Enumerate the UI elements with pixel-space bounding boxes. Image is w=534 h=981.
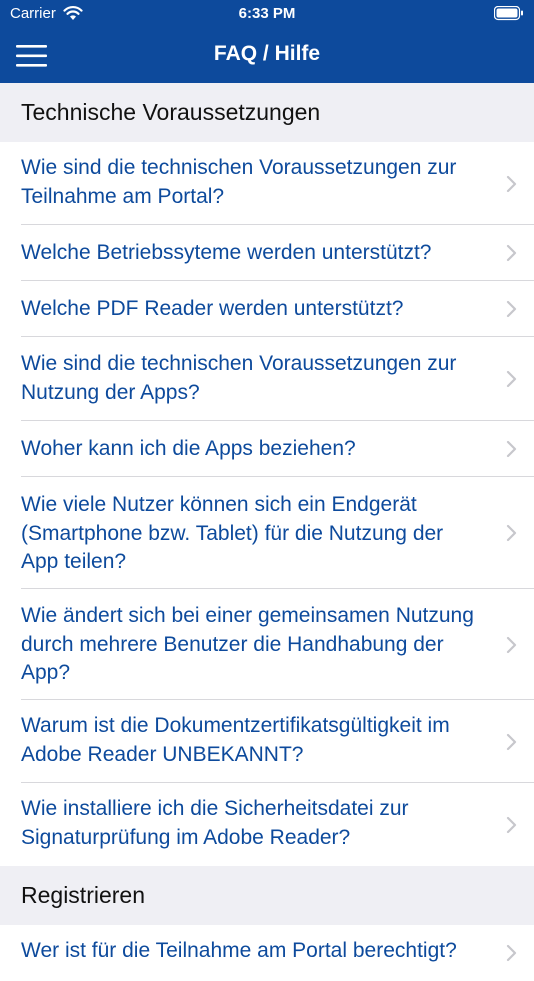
- chevron-right-icon: [506, 636, 517, 653]
- faq-question: Welche PDF Reader werden unterstützt?: [21, 297, 404, 320]
- nav-bar: FAQ / Hilfe: [0, 28, 534, 83]
- faq-item[interactable]: Welche PDF Reader werden unterstützt?: [0, 281, 534, 337]
- faq-question: Warum ist die Dokumentzertifikatsgültigk…: [21, 714, 450, 766]
- hamburger-icon: [16, 45, 47, 67]
- chevron-right-icon: [506, 300, 517, 318]
- chevron-right-icon: [506, 944, 517, 962]
- chevron-right-icon: [506, 370, 517, 388]
- faq-item[interactable]: Wie viele Nutzer können sich ein Endgerä…: [0, 477, 534, 589]
- faq-question: Wie viele Nutzer können sich ein Endgerä…: [21, 493, 444, 573]
- menu-button[interactable]: [16, 42, 48, 70]
- faq-item[interactable]: Welche Betriebssyteme werden unterstützt…: [0, 225, 534, 281]
- battery-icon: [494, 6, 523, 21]
- faq-item[interactable]: Wie ändert sich bei einer gemeinsamen Nu…: [0, 589, 534, 700]
- chevron-right-icon: [506, 524, 517, 542]
- faq-item[interactable]: Woher kann ich die Apps beziehen?: [0, 421, 534, 477]
- faq-list: Technische Voraussetzungen Wie sind die …: [0, 83, 534, 981]
- faq-item[interactable]: Wer ist für die Teilnahme am Portal bere…: [0, 925, 534, 981]
- faq-item[interactable]: Wie sind die technischen Voraussetzungen…: [0, 337, 534, 421]
- faq-question: Woher kann ich die Apps beziehen?: [21, 437, 356, 460]
- page-title: FAQ / Hilfe: [213, 42, 321, 65]
- faq-question: Wer ist für die Teilnahme am Portal bere…: [21, 939, 457, 962]
- clock: 6:33 PM: [238, 5, 296, 22]
- faq-item[interactable]: Wie installiere ich die Sicherheitsdatei…: [0, 783, 534, 866]
- chevron-right-icon: [506, 244, 517, 262]
- faq-item[interactable]: Warum ist die Dokumentzertifikatsgültigk…: [0, 700, 534, 783]
- chevron-right-icon: [506, 175, 517, 192]
- faq-question: Wie sind die technischen Voraussetzungen…: [21, 352, 457, 404]
- chevron-right-icon: [506, 816, 517, 833]
- section-header: Technische Voraussetzungen: [0, 83, 534, 142]
- section-header: Registrieren: [0, 866, 534, 925]
- faq-question: Wie installiere ich die Sicherheitsdatei…: [21, 797, 409, 849]
- status-bar: Carrier 6:33 PM: [0, 0, 534, 28]
- chevron-right-icon: [506, 440, 517, 458]
- faq-question: Wie ändert sich bei einer gemeinsamen Nu…: [21, 604, 474, 684]
- faq-question: Wie sind die technischen Voraussetzungen…: [21, 156, 457, 208]
- faq-question: Welche Betriebssyteme werden unterstützt…: [21, 241, 432, 264]
- faq-item[interactable]: Wie sind die technischen Voraussetzungen…: [0, 142, 534, 225]
- chevron-right-icon: [506, 733, 517, 750]
